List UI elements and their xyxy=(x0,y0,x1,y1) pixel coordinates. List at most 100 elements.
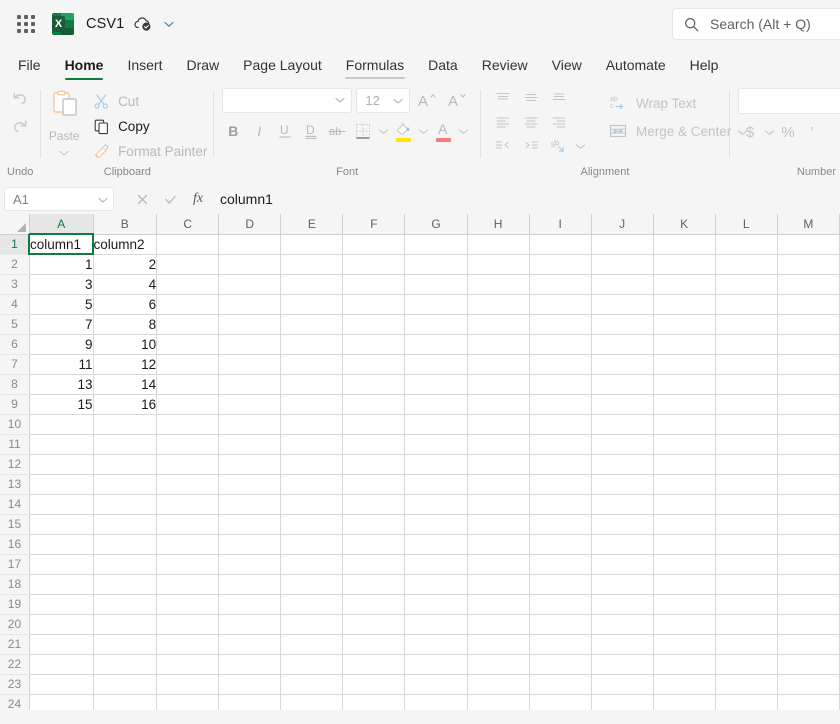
cell-h8[interactable] xyxy=(467,374,529,394)
cell-j18[interactable] xyxy=(591,574,653,594)
cell-b3[interactable]: 4 xyxy=(93,274,157,294)
column-header-i[interactable]: I xyxy=(529,214,591,234)
borders-button[interactable] xyxy=(350,118,376,144)
cell-l6[interactable] xyxy=(715,334,777,354)
cell-h19[interactable] xyxy=(467,594,529,614)
row-header-23[interactable]: 23 xyxy=(0,674,29,694)
cell-k17[interactable] xyxy=(653,554,715,574)
cell-l5[interactable] xyxy=(715,314,777,334)
cell-h16[interactable] xyxy=(467,534,529,554)
cell-f2[interactable] xyxy=(343,254,405,274)
cell-k18[interactable] xyxy=(653,574,715,594)
middle-align-button[interactable] xyxy=(517,87,545,111)
cell-g16[interactable] xyxy=(405,534,467,554)
cell-b12[interactable] xyxy=(93,454,157,474)
cell-c12[interactable] xyxy=(157,454,219,474)
cell-c17[interactable] xyxy=(157,554,219,574)
cell-c15[interactable] xyxy=(157,514,219,534)
cell-e12[interactable] xyxy=(281,454,343,474)
cell-j21[interactable] xyxy=(591,634,653,654)
tab-insert[interactable]: Insert xyxy=(115,48,174,82)
cell-h11[interactable] xyxy=(467,434,529,454)
cell-f21[interactable] xyxy=(343,634,405,654)
cell-h1[interactable] xyxy=(467,234,529,254)
cell-g17[interactable] xyxy=(405,554,467,574)
cell-j16[interactable] xyxy=(591,534,653,554)
row-header-17[interactable]: 17 xyxy=(0,554,29,574)
cell-i13[interactable] xyxy=(529,474,591,494)
cell-a10[interactable] xyxy=(29,414,93,434)
cell-m13[interactable] xyxy=(777,474,839,494)
increase-indent-button[interactable] xyxy=(517,135,545,159)
cell-a22[interactable] xyxy=(29,654,93,674)
cell-l21[interactable] xyxy=(715,634,777,654)
cell-f8[interactable] xyxy=(343,374,405,394)
cell-g13[interactable] xyxy=(405,474,467,494)
cell-j3[interactable] xyxy=(591,274,653,294)
cell-d17[interactable] xyxy=(219,554,281,574)
cell-c2[interactable] xyxy=(157,254,219,274)
cell-i8[interactable] xyxy=(529,374,591,394)
top-align-button[interactable] xyxy=(489,87,517,111)
cell-a2[interactable]: 1 xyxy=(29,254,93,274)
cell-c6[interactable] xyxy=(157,334,219,354)
cell-f4[interactable] xyxy=(343,294,405,314)
cell-b9[interactable]: 16 xyxy=(93,394,157,414)
orientation-button[interactable]: ab xyxy=(545,135,573,159)
cell-i23[interactable] xyxy=(529,674,591,694)
row-header-12[interactable]: 12 xyxy=(0,454,29,474)
cell-g14[interactable] xyxy=(405,494,467,514)
cell-c13[interactable] xyxy=(157,474,219,494)
column-header-a[interactable]: A xyxy=(29,214,93,234)
column-header-d[interactable]: D xyxy=(219,214,281,234)
title-chevron-down-icon[interactable] xyxy=(162,16,178,32)
cell-g20[interactable] xyxy=(405,614,467,634)
cell-g10[interactable] xyxy=(405,414,467,434)
cell-c3[interactable] xyxy=(157,274,219,294)
cell-e11[interactable] xyxy=(281,434,343,454)
font-color-button[interactable]: A xyxy=(430,118,456,144)
cell-a12[interactable] xyxy=(29,454,93,474)
undo-button[interactable] xyxy=(5,84,35,112)
row-header-3[interactable]: 3 xyxy=(0,274,29,294)
name-box-chevron-down-icon[interactable] xyxy=(97,192,109,207)
column-header-k[interactable]: K xyxy=(653,214,715,234)
cell-g18[interactable] xyxy=(405,574,467,594)
cell-f13[interactable] xyxy=(343,474,405,494)
cell-g21[interactable] xyxy=(405,634,467,654)
cell-e19[interactable] xyxy=(281,594,343,614)
cell-j2[interactable] xyxy=(591,254,653,274)
cell-j1[interactable] xyxy=(591,234,653,254)
cell-h24[interactable] xyxy=(467,694,529,710)
underline-button[interactable]: U xyxy=(272,118,298,144)
cell-j22[interactable] xyxy=(591,654,653,674)
column-header-h[interactable]: H xyxy=(467,214,529,234)
cell-b13[interactable] xyxy=(93,474,157,494)
cell-h5[interactable] xyxy=(467,314,529,334)
cell-l7[interactable] xyxy=(715,354,777,374)
cell-m14[interactable] xyxy=(777,494,839,514)
cell-m19[interactable] xyxy=(777,594,839,614)
cell-g6[interactable] xyxy=(405,334,467,354)
cell-a23[interactable] xyxy=(29,674,93,694)
cell-b1[interactable]: column2 xyxy=(93,234,157,254)
cell-j4[interactable] xyxy=(591,294,653,314)
cell-d13[interactable] xyxy=(219,474,281,494)
cell-k16[interactable] xyxy=(653,534,715,554)
row-header-1[interactable]: 1 xyxy=(0,234,29,254)
tab-page-layout[interactable]: Page Layout xyxy=(231,48,334,82)
cell-f18[interactable] xyxy=(343,574,405,594)
cell-b16[interactable] xyxy=(93,534,157,554)
row-header-24[interactable]: 24 xyxy=(0,694,29,710)
cell-b5[interactable]: 8 xyxy=(93,314,157,334)
cell-h4[interactable] xyxy=(467,294,529,314)
cell-d8[interactable] xyxy=(219,374,281,394)
cell-i9[interactable] xyxy=(529,394,591,414)
cell-l19[interactable] xyxy=(715,594,777,614)
cell-f22[interactable] xyxy=(343,654,405,674)
cell-e15[interactable] xyxy=(281,514,343,534)
bold-button[interactable]: B xyxy=(220,118,246,144)
cell-g23[interactable] xyxy=(405,674,467,694)
cell-a1[interactable]: column1 xyxy=(29,234,93,254)
cell-d20[interactable] xyxy=(219,614,281,634)
